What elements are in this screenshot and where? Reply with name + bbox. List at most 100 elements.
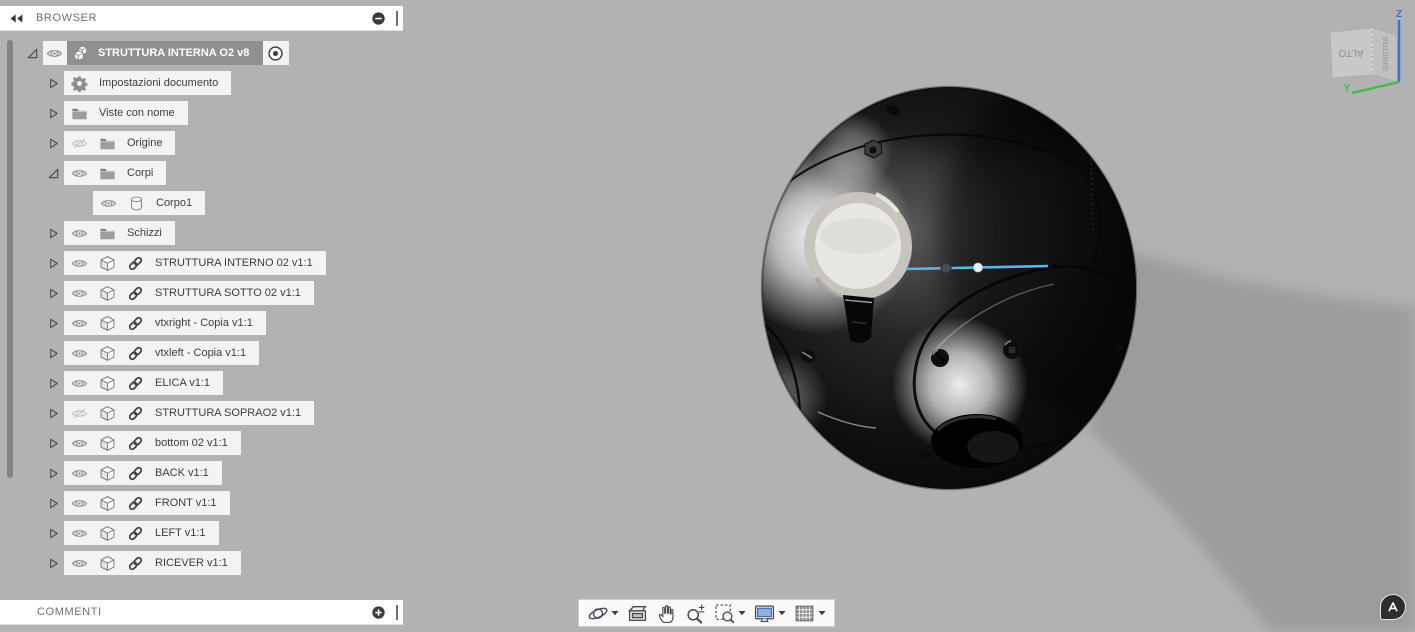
- visibility-eye-icon[interactable]: [71, 315, 88, 332]
- tree-item[interactable]: bottom 02 v1:1: [64, 431, 241, 455]
- tree-item[interactable]: Origine: [64, 131, 176, 155]
- comments-panel-header[interactable]: COMMENTI: [0, 600, 403, 625]
- expand-arrow-icon[interactable]: [46, 526, 61, 541]
- expand-arrow-icon[interactable]: [46, 316, 61, 331]
- tree-item[interactable]: Viste con nome: [64, 101, 188, 125]
- zoom-button[interactable]: [682, 601, 709, 625]
- tree-row: STRUTTURA INTERNA O2 v8: [0, 38, 326, 68]
- visibility-eye-icon[interactable]: [71, 135, 88, 152]
- visibility-eye-icon[interactable]: [71, 285, 88, 302]
- visibility-eye-icon[interactable]: [71, 405, 88, 422]
- tree-item[interactable]: Schizzi: [64, 221, 175, 245]
- collapse-panel-icon[interactable]: [8, 10, 25, 27]
- component-icon: [73, 45, 90, 62]
- cube-icon: [99, 315, 116, 332]
- chevron-down-icon[interactable]: [611, 610, 619, 616]
- expand-arrow-icon[interactable]: [46, 136, 61, 151]
- expand-arrow-icon[interactable]: [46, 466, 61, 481]
- link-icon: [127, 405, 144, 422]
- fit-icon: [714, 603, 735, 624]
- orbit-button[interactable]: [584, 601, 622, 625]
- chevron-down-icon[interactable]: [818, 610, 826, 616]
- expand-arrow-icon[interactable]: [46, 436, 61, 451]
- expand-arrow-icon[interactable]: [46, 376, 61, 391]
- visibility-eye-icon[interactable]: [71, 225, 88, 242]
- tree-row: Origine: [0, 128, 326, 158]
- tree-item[interactable]: vtxleft - Copia v1:1: [64, 341, 260, 365]
- chevron-down-icon[interactable]: [778, 610, 786, 616]
- look-at-button[interactable]: [624, 601, 651, 625]
- fit-button[interactable]: [711, 601, 749, 625]
- expand-arrow-icon[interactable]: [46, 106, 61, 121]
- cube-icon: [99, 255, 116, 272]
- tree-item[interactable]: BACK v1:1: [64, 461, 222, 485]
- tree-item[interactable]: STRUTTURA INTERNO 02 v1:1: [64, 251, 326, 275]
- tree-row-label: STRUTTURA INTERNO 02 v1:1: [155, 257, 313, 269]
- tree-item[interactable]: STRUTTURA INTERNA O2 v8: [43, 41, 290, 65]
- plus-circle-icon[interactable]: [370, 604, 387, 621]
- tree-item[interactable]: RICEVER v1:1: [64, 551, 241, 575]
- panel-resize-grip[interactable]: [396, 604, 398, 620]
- link-icon: [127, 525, 144, 542]
- tree-item[interactable]: Impostazioni documento: [64, 71, 232, 95]
- tree-item[interactable]: vtxright - Copia v1:1: [64, 311, 266, 335]
- visibility-eye-icon[interactable]: [71, 345, 88, 362]
- tree-row-label: STRUTTURA INTERNA O2 v8: [98, 47, 250, 59]
- tree-item[interactable]: LEFT v1:1: [64, 521, 219, 545]
- tree-item[interactable]: FRONT v1:1: [64, 491, 230, 515]
- tree-item[interactable]: Corpi: [64, 161, 167, 185]
- tree-item[interactable]: STRUTTURA SOTTO 02 v1:1: [64, 281, 314, 305]
- tree-row: FRONT v1:1: [0, 488, 326, 518]
- cube-icon: [99, 465, 116, 482]
- folder-icon: [99, 135, 116, 152]
- expand-arrow-icon[interactable]: [46, 286, 61, 301]
- tree-row: Viste con nome: [0, 98, 326, 128]
- expand-arrow-icon[interactable]: [46, 346, 61, 361]
- display-settings-icon: [754, 603, 775, 624]
- activate-component-radio[interactable]: [267, 45, 284, 62]
- chevron-down-icon[interactable]: [738, 610, 746, 616]
- gear-icon: [71, 75, 88, 92]
- selected-item-highlight[interactable]: STRUTTURA INTERNA O2 v8: [67, 41, 264, 65]
- panel-resize-grip[interactable]: [396, 10, 398, 26]
- tree-item[interactable]: STRUTTURA SOPRAO2 v1:1: [64, 401, 315, 425]
- expand-arrow-icon[interactable]: [46, 256, 61, 271]
- visibility-eye-icon[interactable]: [46, 45, 63, 62]
- expand-arrow-icon[interactable]: [46, 496, 61, 511]
- tree-row-label: Corpo1: [156, 197, 193, 209]
- tree-item[interactable]: ELICA v1:1: [64, 371, 224, 395]
- autodesk-assistant-button[interactable]: [1380, 594, 1406, 620]
- cube-icon: [99, 555, 116, 572]
- visibility-eye-icon[interactable]: [71, 495, 88, 512]
- pan-button[interactable]: [653, 601, 680, 625]
- visibility-eye-icon[interactable]: [71, 375, 88, 392]
- visibility-eye-icon[interactable]: [100, 195, 117, 212]
- display-settings-button[interactable]: [751, 601, 789, 625]
- folder-icon: [99, 225, 116, 242]
- tree-row: vtxright - Copia v1:1: [0, 308, 326, 338]
- visibility-eye-icon[interactable]: [71, 525, 88, 542]
- expand-arrow-icon[interactable]: [46, 406, 61, 421]
- fusion360-window: BROWSER STRUTTURA INTERNA O2 v8 Impostazi…: [0, 0, 1415, 632]
- visibility-eye-icon[interactable]: [71, 255, 88, 272]
- expand-arrow-icon[interactable]: [46, 226, 61, 241]
- visibility-eye-icon[interactable]: [71, 555, 88, 572]
- minus-circle-icon[interactable]: [370, 10, 387, 27]
- expand-arrow-icon[interactable]: [46, 556, 61, 571]
- expand-arrow-icon[interactable]: [46, 166, 61, 181]
- tree-row: bottom 02 v1:1: [0, 428, 326, 458]
- browser-panel-title: BROWSER: [36, 12, 98, 24]
- expand-arrow-icon[interactable]: [46, 76, 61, 91]
- visibility-eye-icon[interactable]: [71, 465, 88, 482]
- grid-display-button[interactable]: [791, 601, 829, 625]
- tree-item[interactable]: Corpo1: [93, 191, 206, 215]
- tree-row-label: ELICA v1:1: [155, 377, 211, 389]
- visibility-eye-icon[interactable]: [71, 435, 88, 452]
- view-cube[interactable]: ALTO SINISTRA Z Y: [1318, 8, 1415, 108]
- viewcube-face-label-alto[interactable]: ALTO: [1338, 47, 1363, 58]
- visibility-eye-icon[interactable]: [71, 165, 88, 182]
- tree-row-label: RICEVER v1:1: [155, 557, 228, 569]
- viewcube-face-label-sinistra[interactable]: SINISTRA: [1381, 37, 1390, 72]
- expand-arrow-icon[interactable]: [25, 46, 40, 61]
- cube-icon: [99, 285, 116, 302]
